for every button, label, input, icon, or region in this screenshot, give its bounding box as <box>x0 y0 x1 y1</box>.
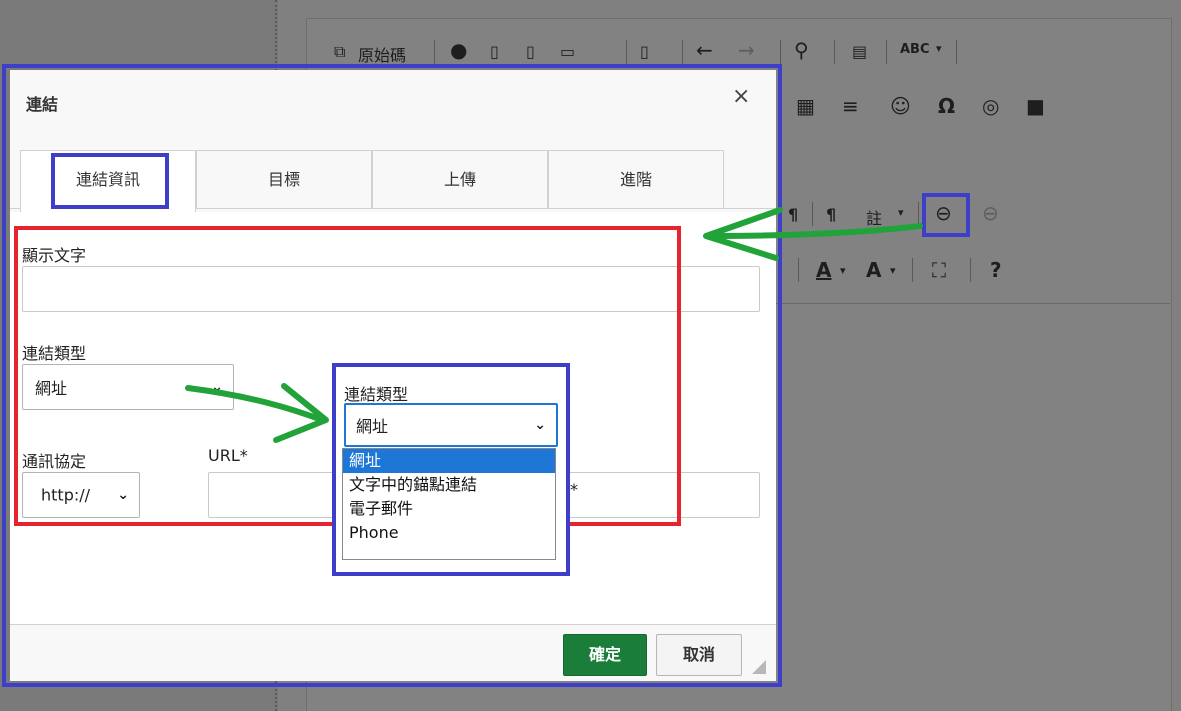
screenshot-stage: ⧉ 原始碼 ● ▯ ▯ ▭ ▯ ← → ⚲ ▤ ABC ▾ ▦ ≡ ☺ Ω ◎ … <box>0 0 1181 711</box>
annotation-arrows <box>185 207 923 443</box>
arrow-to-form <box>705 223 923 239</box>
